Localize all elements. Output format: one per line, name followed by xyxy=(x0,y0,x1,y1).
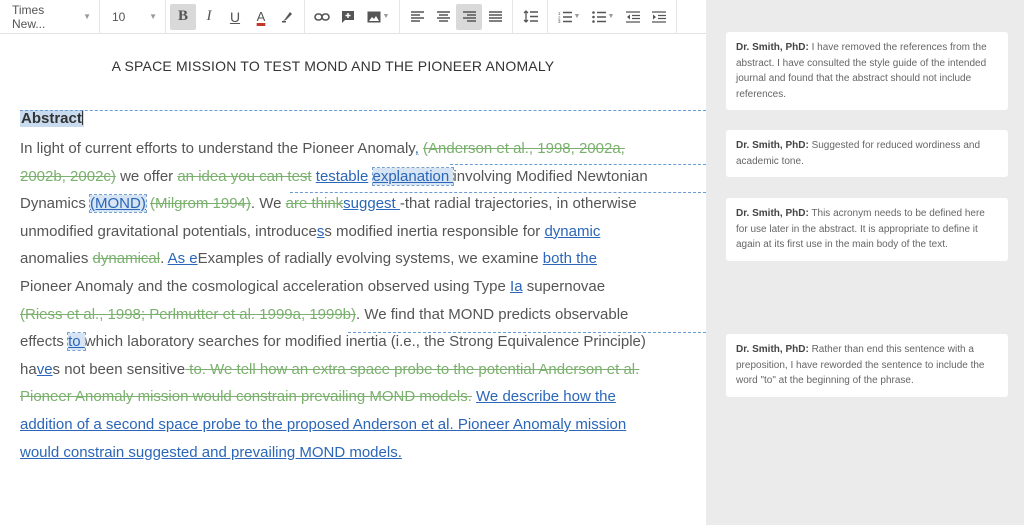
comment-author: Dr. Smith, PhD: xyxy=(736,42,809,53)
comment-card[interactable]: Dr. Smith, PhD: Rather than end this sen… xyxy=(726,334,1008,397)
comment-author: Dr. Smith, PhD: xyxy=(736,140,809,151)
bullet-list-icon xyxy=(591,10,606,23)
body-text-run: anomalies xyxy=(20,250,93,268)
inserted-text: testable xyxy=(315,167,369,185)
link-button[interactable] xyxy=(309,4,335,30)
numbered-list-icon: 123 xyxy=(558,11,572,23)
bold-icon: B xyxy=(177,8,188,24)
spacing-group xyxy=(513,0,548,34)
comment-author: Dr. Smith, PhD: xyxy=(736,344,809,355)
outdent-icon xyxy=(626,10,640,23)
font-family-value: Times New... xyxy=(12,2,46,31)
formatting-toolbar: Times New... ▼ 10 ▼ B I U A ▼ 1 2 3 ▼ ▼ xyxy=(0,0,706,34)
body-text-run: we offer xyxy=(115,167,178,185)
body-text-run: s modified inertia responsible for xyxy=(324,222,545,240)
inserted-text: As e xyxy=(167,250,198,268)
inserted-text: Ia xyxy=(510,277,523,295)
chevron-down-icon: ▼ xyxy=(382,13,390,20)
font-size-select[interactable]: 10 ▼ xyxy=(100,0,166,34)
comments-pane: Dr. Smith, PhD: I have removed the refer… xyxy=(706,0,1024,525)
comment-author: Dr. Smith, PhD: xyxy=(736,208,809,219)
align-justify-button[interactable] xyxy=(482,4,508,30)
abstract-heading: Abstract xyxy=(20,110,84,127)
bold-button[interactable]: B xyxy=(170,3,196,30)
italic-icon: I xyxy=(206,8,212,24)
body-text-run: Pioneer Anomaly and the cosmological acc… xyxy=(20,277,511,295)
inserted-text: to xyxy=(67,332,86,352)
align-justify-icon xyxy=(488,11,502,22)
inserted-text: (MOND) xyxy=(89,194,147,214)
insert-image-button[interactable]: ▼ xyxy=(361,4,395,30)
alignment-group xyxy=(400,0,513,34)
body-text-run: s not been sensitive xyxy=(52,360,186,378)
image-icon xyxy=(367,11,381,22)
chevron-down-icon: ▼ xyxy=(607,13,615,20)
document-title: A SPACE MISSION TO TEST MOND AND THE PIO… xyxy=(111,58,555,74)
deleted-text: (Milgrom 1994) xyxy=(150,195,251,213)
inserted-text: dynamic xyxy=(544,222,601,240)
align-left-button[interactable] xyxy=(404,4,430,30)
svg-text:3: 3 xyxy=(558,19,561,23)
inserted-text: ve xyxy=(36,360,53,378)
highlight-button[interactable] xyxy=(274,4,300,30)
font-size-value: 10 xyxy=(112,9,126,24)
body-text-run: In light of current efforts to understan… xyxy=(20,140,415,157)
align-right-button[interactable] xyxy=(456,3,482,30)
chevron-down-icon: ▼ xyxy=(573,13,581,20)
add-comment-button[interactable] xyxy=(335,4,361,30)
link-icon xyxy=(314,12,330,21)
deleted-text: an idea you can test xyxy=(177,167,312,185)
body-text-run xyxy=(368,168,372,185)
underline-button[interactable]: U xyxy=(222,4,248,30)
increase-indent-button[interactable] xyxy=(646,4,672,30)
comment-card[interactable]: Dr. Smith, PhD: I have removed the refer… xyxy=(726,32,1008,110)
chevron-down-icon: ▼ xyxy=(83,12,91,21)
numbered-list-button[interactable]: 123 ▼ xyxy=(552,4,586,30)
highlighter-icon xyxy=(281,12,292,23)
comment-connector xyxy=(348,332,706,333)
deleted-text: are think xyxy=(285,195,344,213)
body-text-run: supernovae xyxy=(522,277,606,295)
italic-button[interactable]: I xyxy=(196,4,222,30)
insert-group: ▼ xyxy=(305,0,400,34)
deleted-text: dynamical xyxy=(92,250,161,268)
indent-icon xyxy=(652,10,666,23)
text-color-icon: A xyxy=(256,9,266,24)
abstract-body[interactable]: In light of current efforts to understan… xyxy=(20,135,650,466)
align-right-icon xyxy=(462,11,476,22)
align-center-icon xyxy=(436,11,450,22)
line-spacing-button[interactable] xyxy=(517,4,543,30)
inserted-text: explanation xyxy=(371,166,455,186)
chevron-down-icon: ▼ xyxy=(149,12,157,21)
underline-icon: U xyxy=(229,8,241,25)
comment-connector xyxy=(450,164,706,165)
comment-card[interactable]: Dr. Smith, PhD: This acronym needs to be… xyxy=(726,198,1008,261)
body-text-run: . We xyxy=(250,195,286,213)
decrease-indent-button[interactable] xyxy=(620,4,646,30)
body-text-run: Examples of radially evolving systems, w… xyxy=(197,250,543,268)
line-spacing-icon xyxy=(523,10,538,23)
list-group: 123 ▼ ▼ xyxy=(548,0,677,34)
document-editor[interactable]: A SPACE MISSION TO TEST MOND AND THE PIO… xyxy=(0,34,706,525)
text-style-group: B I U A xyxy=(166,0,305,34)
align-center-button[interactable] xyxy=(430,4,456,30)
body-text-run: . xyxy=(160,250,168,268)
bullet-list-button[interactable]: ▼ xyxy=(586,4,620,30)
inserted-text: both the xyxy=(542,250,597,268)
font-family-select[interactable]: Times New... ▼ xyxy=(0,0,100,34)
inserted-text: suggest xyxy=(343,195,400,213)
text-color-button[interactable]: A xyxy=(248,4,274,30)
comment-connector xyxy=(20,110,706,111)
deleted-text: (Riess et al., 1998; Perlmutter et al. 1… xyxy=(20,305,357,323)
add-comment-icon xyxy=(342,10,354,23)
align-left-icon xyxy=(410,11,424,22)
comment-connector xyxy=(290,192,706,193)
comment-card[interactable]: Dr. Smith, PhD: Suggested for reduced wo… xyxy=(726,130,1008,177)
